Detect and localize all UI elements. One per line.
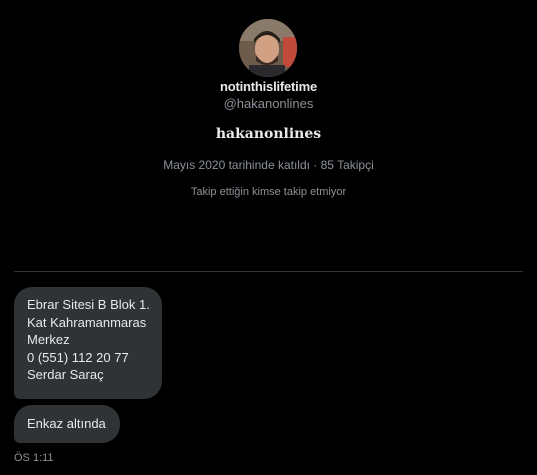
profile-handle: @hakanonlines [223, 96, 314, 111]
message-bubble[interactable]: Ebrar Sitesi B Blok 1. Kat Kahramanmaras… [14, 287, 162, 399]
profile-bio: hakanonlines [215, 126, 322, 142]
profile-mutual-followers: Takip ettiğin kimse takip etmiyor [190, 186, 347, 198]
avatar-photo-icon [239, 19, 297, 77]
profile-avatar[interactable] [239, 19, 297, 77]
profile-display-name[interactable]: notinthislifetime [0, 79, 537, 94]
message-timestamp: ÖS 1:11 [14, 452, 54, 464]
message-bubble[interactable]: Enkaz altında [14, 405, 120, 443]
profile-join-followers: Mayıs 2020 tarihinde katıldı · 85 Takipç… [163, 158, 374, 172]
conversation-divider [14, 271, 523, 272]
